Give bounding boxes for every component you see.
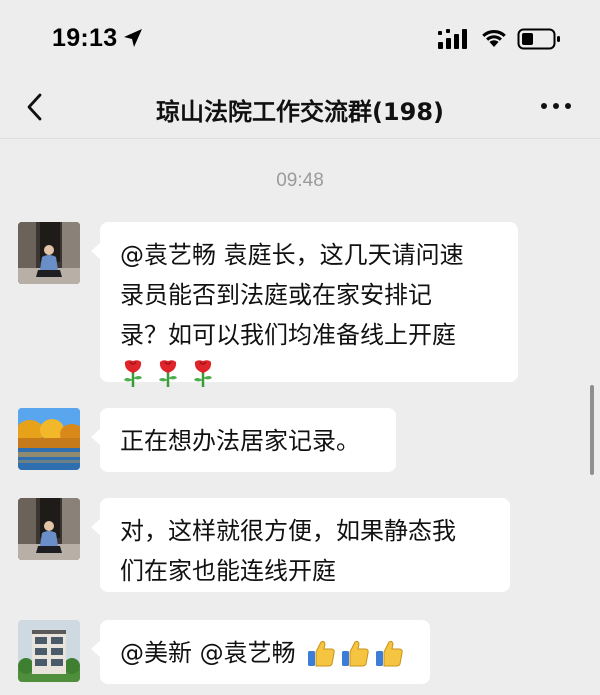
message-timestamp: 09:48 [276,170,324,191]
autumn-landscape-avatar[interactable] [18,408,80,470]
message-line: @袁艺畅 袁庭长，这几天请问速 [120,241,464,269]
message-line: 对，这样就很方便，如果静态我 [120,517,456,545]
message-bubble[interactable]: 正在想办法居家记录。 [91,408,396,472]
building-avatar[interactable] [18,620,80,682]
message-content: @美新 @袁艺畅 [120,633,410,673]
message-bubble[interactable]: @美新 @袁艺畅 [91,620,430,684]
thumbs-up-emoji [375,640,403,667]
person-seated-avatar[interactable] [18,222,80,284]
thumbs-up-emoji [341,640,369,667]
message-line: 录？如可以我们均准备线上开庭 [120,321,456,349]
more-dots-icon[interactable] [536,94,576,118]
scroll-indicator[interactable] [590,385,594,475]
message-line: 录员能否到法庭或在家安排记 [120,281,432,309]
message-line: @美新 @袁艺畅 [120,639,296,667]
status-bar: 19:13 [0,0,600,80]
wifi-icon [482,29,506,47]
message-bubble[interactable]: 对，这样就很方便，如果静态我 们在家也能连线开庭 [91,498,510,592]
chat-nav-bar: 琼山法院工作交流群(198) [0,80,600,139]
rose-emoji [124,360,142,387]
cellular-signal-icon [438,29,467,49]
rose-emoji [159,360,177,387]
rose-emoji [194,360,212,387]
message-bubble[interactable]: @袁艺畅 袁庭长，这几天请问速 录员能否到法庭或在家安排记 录？如可以我们均准备… [91,222,518,387]
emoji-row [120,355,498,391]
person-seated-avatar[interactable] [18,498,80,560]
thumbs-up-emoji [307,640,335,667]
chat-group-title: 琼山法院工作交流群(198) [155,98,445,126]
location-arrow-icon [124,29,142,47]
status-time: 19:13 [52,24,118,52]
message-line: 正在想办法居家记录。 [120,427,360,455]
battery-icon [517,28,560,50]
emoji-row [306,638,404,668]
message-line: 们在家也能连线开庭 [120,557,336,585]
